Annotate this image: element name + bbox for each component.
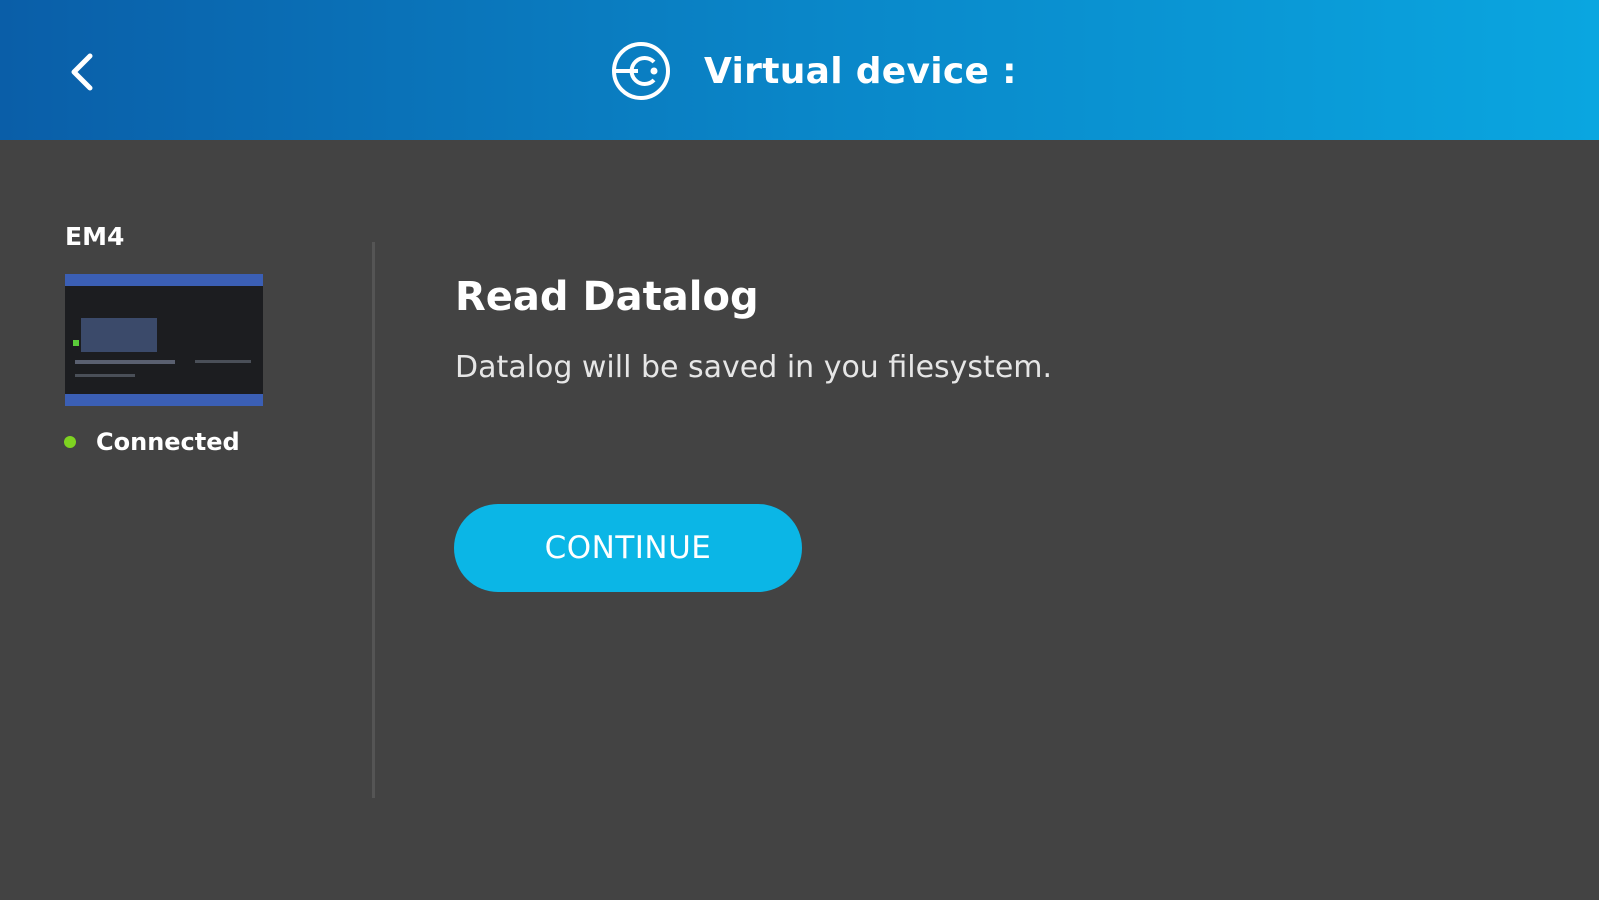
continue-button[interactable]: CONTINUE xyxy=(454,504,802,592)
header-title-group: Virtual device : xyxy=(610,40,1017,102)
device-name: EM4 xyxy=(65,222,125,251)
back-button[interactable] xyxy=(58,48,106,96)
sidebar-divider xyxy=(372,242,375,798)
device-thumbnail[interactable] xyxy=(65,274,263,406)
section-title: Read Datalog xyxy=(455,274,759,320)
page-title: Virtual device : xyxy=(704,50,1017,92)
status-dot-icon xyxy=(64,436,76,448)
section-description: Datalog will be saved in you filesystem. xyxy=(455,350,1053,385)
status-text: Connected xyxy=(96,428,240,456)
connection-status: Connected xyxy=(64,428,240,456)
app-header: Virtual device : xyxy=(0,0,1599,140)
device-logo-icon xyxy=(610,40,672,102)
chevron-left-icon xyxy=(71,53,93,91)
